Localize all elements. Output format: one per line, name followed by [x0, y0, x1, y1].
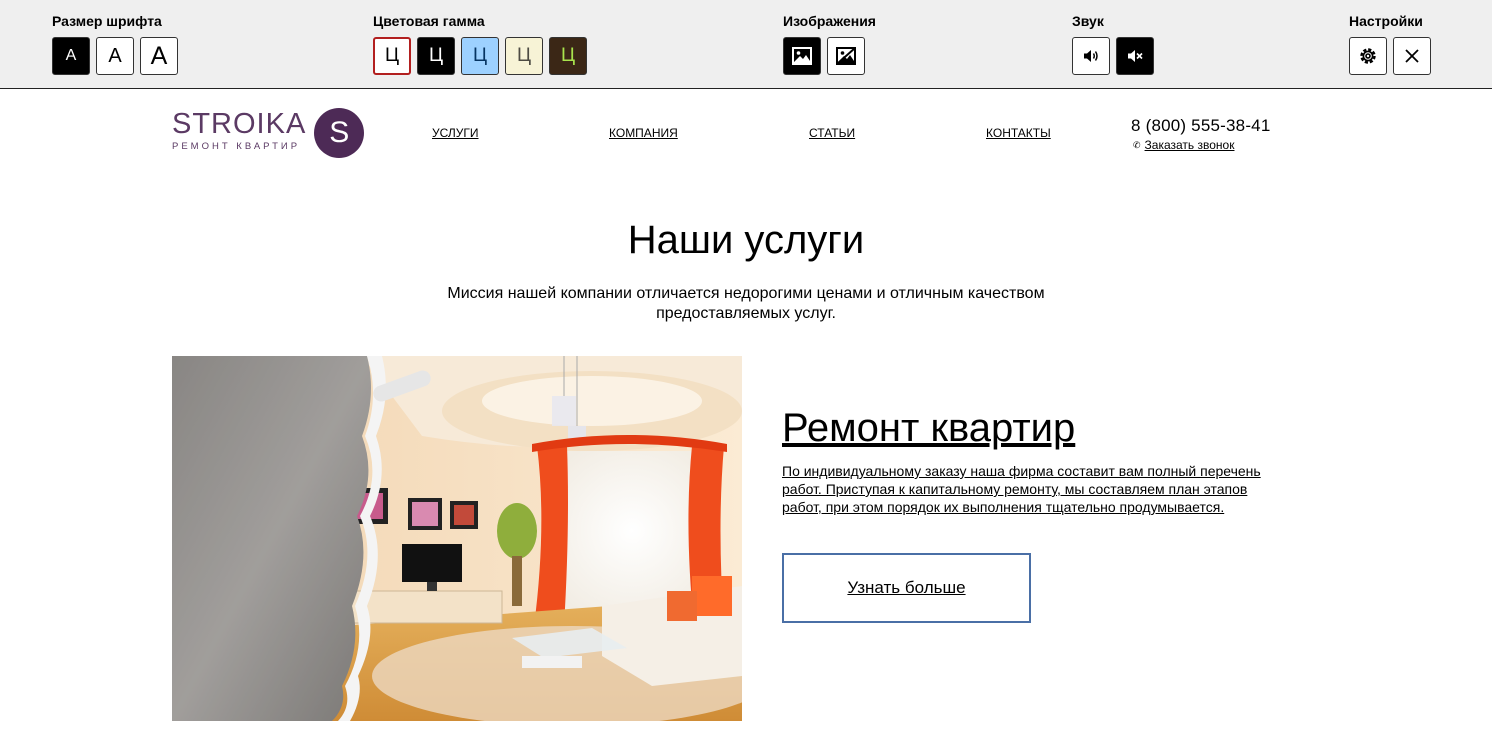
page-title: Наши услуги	[627, 218, 865, 262]
learn-more-button[interactable]: Узнать больше	[782, 553, 1031, 623]
phone-icon: ✆	[1133, 140, 1141, 150]
close-icon	[1405, 49, 1419, 63]
font-size-title: Размер шрифта	[52, 13, 162, 29]
sound-group: Звук	[1072, 13, 1154, 75]
settings-group: Настройки	[1349, 13, 1431, 75]
callback-block: ✆ Заказать звонок	[1133, 138, 1234, 152]
nav-link-services[interactable]: УСЛУГИ	[432, 126, 479, 140]
nav-link-contacts[interactable]: КОНТАКТЫ	[986, 126, 1051, 140]
color-scheme-group: Цветовая гамма Ц Ц Ц Ц Ц	[373, 13, 587, 75]
nav-link-articles[interactable]: СТАТЬИ	[809, 126, 855, 140]
color-scheme-title: Цветовая гамма	[373, 13, 485, 29]
image-off-icon	[836, 47, 856, 65]
color-scheme-black-button[interactable]: Ц	[417, 37, 455, 75]
font-size-small-button[interactable]: A	[52, 37, 90, 75]
site-logo[interactable]: STROIKA РЕМОНТ КВАРТИР S	[172, 108, 365, 158]
nav-link-company[interactable]: КОМПАНИЯ	[609, 126, 678, 140]
color-scheme-blue-button[interactable]: Ц	[461, 37, 499, 75]
accessibility-panel: Размер шрифта A A A Цветовая гамма Ц Ц Ц…	[0, 0, 1492, 89]
service-description[interactable]: По индивидуальному заказу наша фирма сос…	[782, 462, 1272, 516]
mission-text: Миссия нашей компании отличается недорог…	[447, 285, 1045, 322]
sound-off-icon	[1128, 50, 1143, 62]
font-size-large-button[interactable]: A	[140, 37, 178, 75]
color-scheme-white-button[interactable]: Ц	[373, 37, 411, 75]
font-size-group: Размер шрифта A A A	[52, 13, 178, 75]
settings-button[interactable]	[1349, 37, 1387, 75]
sound-on-button[interactable]	[1072, 37, 1110, 75]
sound-title: Звук	[1072, 13, 1104, 29]
logo-badge: S	[314, 108, 365, 158]
callback-link[interactable]: Заказать звонок	[1145, 138, 1235, 152]
service-title[interactable]: Ремонт квартир	[782, 406, 1075, 451]
phone-number[interactable]: 8 (800) 555-38-41	[1131, 116, 1271, 136]
gear-icon	[1360, 48, 1376, 64]
sound-on-icon	[1084, 50, 1098, 62]
logo-word: STROIKA	[172, 108, 307, 140]
sound-off-button[interactable]	[1116, 37, 1154, 75]
images-on-button[interactable]	[783, 37, 821, 75]
font-size-medium-button[interactable]: A	[96, 37, 134, 75]
close-panel-button[interactable]	[1393, 37, 1431, 75]
image-on-icon	[792, 47, 812, 65]
images-group: Изображения	[783, 13, 876, 75]
images-title: Изображения	[783, 13, 876, 29]
color-scheme-beige-button[interactable]: Ц	[505, 37, 543, 75]
color-scheme-brown-button[interactable]: Ц	[549, 37, 587, 75]
logo-subtitle: РЕМОНТ КВАРТИР	[172, 141, 301, 152]
service-photo	[172, 356, 742, 721]
settings-title: Настройки	[1349, 13, 1423, 29]
images-off-button[interactable]	[827, 37, 865, 75]
